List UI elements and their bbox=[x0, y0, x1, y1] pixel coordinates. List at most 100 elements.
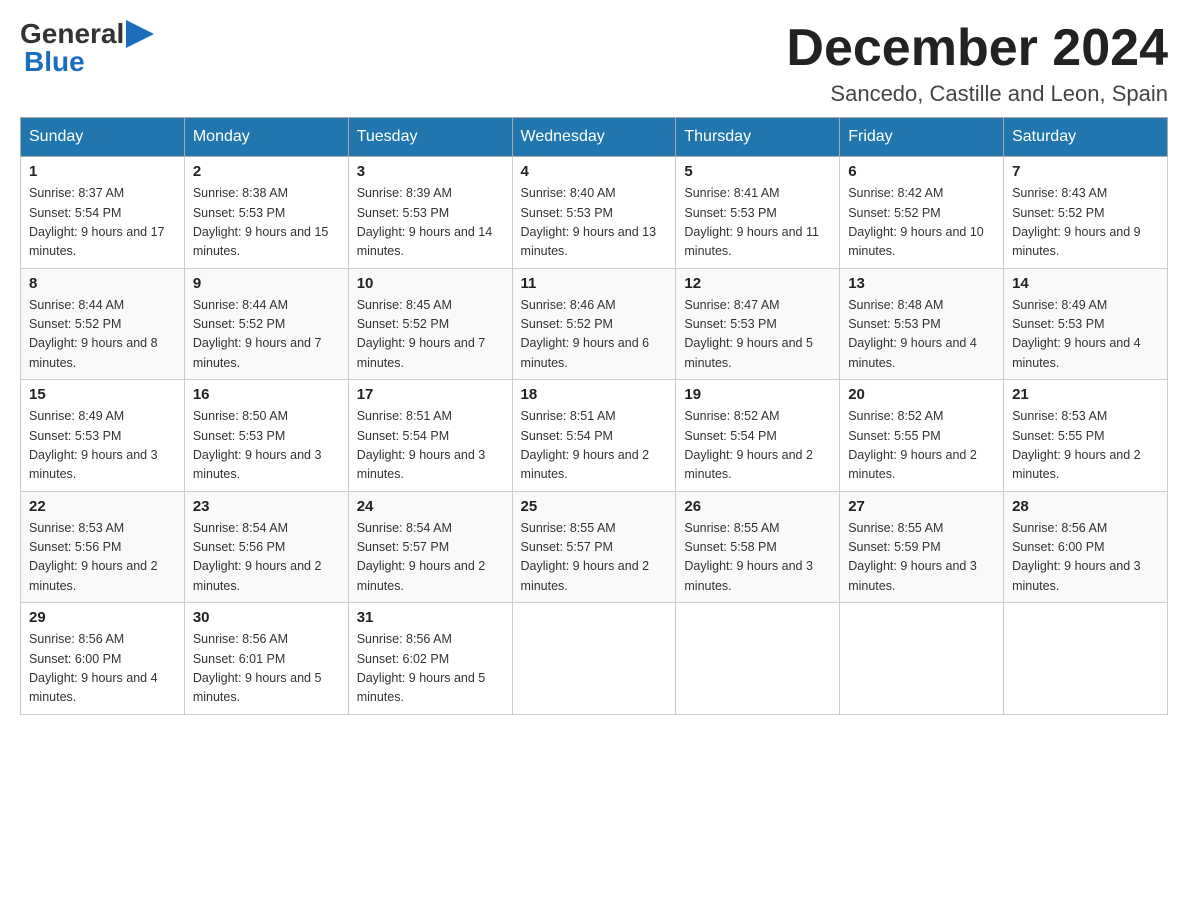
location-subtitle: Sancedo, Castille and Leon, Spain bbox=[786, 81, 1168, 107]
day-number: 7 bbox=[1012, 163, 1159, 180]
day-info: Sunrise: 8:40 AM Sunset: 5:53 PM Dayligh… bbox=[521, 184, 668, 262]
day-number: 29 bbox=[29, 609, 176, 626]
header-monday: Monday bbox=[184, 118, 348, 157]
day-number: 16 bbox=[193, 386, 340, 403]
calendar-cell bbox=[840, 603, 1004, 715]
header-friday: Friday bbox=[840, 118, 1004, 157]
day-number: 30 bbox=[193, 609, 340, 626]
day-info: Sunrise: 8:54 AM Sunset: 5:57 PM Dayligh… bbox=[357, 519, 504, 597]
calendar-cell: 10 Sunrise: 8:45 AM Sunset: 5:52 PM Dayl… bbox=[348, 268, 512, 380]
day-number: 9 bbox=[193, 275, 340, 292]
day-number: 5 bbox=[684, 163, 831, 180]
day-number: 20 bbox=[848, 386, 995, 403]
day-info: Sunrise: 8:43 AM Sunset: 5:52 PM Dayligh… bbox=[1012, 184, 1159, 262]
day-number: 8 bbox=[29, 275, 176, 292]
day-info: Sunrise: 8:53 AM Sunset: 5:56 PM Dayligh… bbox=[29, 519, 176, 597]
day-number: 11 bbox=[521, 275, 668, 292]
day-number: 21 bbox=[1012, 386, 1159, 403]
calendar-cell: 4 Sunrise: 8:40 AM Sunset: 5:53 PM Dayli… bbox=[512, 157, 676, 269]
day-info: Sunrise: 8:51 AM Sunset: 5:54 PM Dayligh… bbox=[357, 407, 504, 485]
week-row-5: 29 Sunrise: 8:56 AM Sunset: 6:00 PM Dayl… bbox=[21, 603, 1168, 715]
day-number: 24 bbox=[357, 498, 504, 515]
calendar-cell: 15 Sunrise: 8:49 AM Sunset: 5:53 PM Dayl… bbox=[21, 380, 185, 492]
day-number: 31 bbox=[357, 609, 504, 626]
calendar-cell: 28 Sunrise: 8:56 AM Sunset: 6:00 PM Dayl… bbox=[1004, 491, 1168, 603]
day-info: Sunrise: 8:56 AM Sunset: 6:00 PM Dayligh… bbox=[29, 630, 176, 708]
calendar-cell: 7 Sunrise: 8:43 AM Sunset: 5:52 PM Dayli… bbox=[1004, 157, 1168, 269]
day-info: Sunrise: 8:44 AM Sunset: 5:52 PM Dayligh… bbox=[29, 296, 176, 374]
calendar-cell: 21 Sunrise: 8:53 AM Sunset: 5:55 PM Dayl… bbox=[1004, 380, 1168, 492]
day-number: 18 bbox=[521, 386, 668, 403]
day-number: 2 bbox=[193, 163, 340, 180]
calendar-cell: 2 Sunrise: 8:38 AM Sunset: 5:53 PM Dayli… bbox=[184, 157, 348, 269]
calendar-cell bbox=[1004, 603, 1168, 715]
day-number: 10 bbox=[357, 275, 504, 292]
day-info: Sunrise: 8:56 AM Sunset: 6:02 PM Dayligh… bbox=[357, 630, 504, 708]
calendar-cell: 17 Sunrise: 8:51 AM Sunset: 5:54 PM Dayl… bbox=[348, 380, 512, 492]
calendar-cell: 16 Sunrise: 8:50 AM Sunset: 5:53 PM Dayl… bbox=[184, 380, 348, 492]
calendar-cell: 5 Sunrise: 8:41 AM Sunset: 5:53 PM Dayli… bbox=[676, 157, 840, 269]
calendar-cell: 24 Sunrise: 8:54 AM Sunset: 5:57 PM Dayl… bbox=[348, 491, 512, 603]
logo-arrow-icon bbox=[126, 20, 154, 48]
calendar-cell: 3 Sunrise: 8:39 AM Sunset: 5:53 PM Dayli… bbox=[348, 157, 512, 269]
day-number: 19 bbox=[684, 386, 831, 403]
day-number: 15 bbox=[29, 386, 176, 403]
header-thursday: Thursday bbox=[676, 118, 840, 157]
week-row-3: 15 Sunrise: 8:49 AM Sunset: 5:53 PM Dayl… bbox=[21, 380, 1168, 492]
day-number: 23 bbox=[193, 498, 340, 515]
calendar-header-row: SundayMondayTuesdayWednesdayThursdayFrid… bbox=[21, 118, 1168, 157]
day-info: Sunrise: 8:56 AM Sunset: 6:00 PM Dayligh… bbox=[1012, 519, 1159, 597]
day-number: 13 bbox=[848, 275, 995, 292]
day-info: Sunrise: 8:56 AM Sunset: 6:01 PM Dayligh… bbox=[193, 630, 340, 708]
calendar-cell: 18 Sunrise: 8:51 AM Sunset: 5:54 PM Dayl… bbox=[512, 380, 676, 492]
calendar-cell: 19 Sunrise: 8:52 AM Sunset: 5:54 PM Dayl… bbox=[676, 380, 840, 492]
day-info: Sunrise: 8:38 AM Sunset: 5:53 PM Dayligh… bbox=[193, 184, 340, 262]
calendar-cell bbox=[512, 603, 676, 715]
header-tuesday: Tuesday bbox=[348, 118, 512, 157]
day-info: Sunrise: 8:41 AM Sunset: 5:53 PM Dayligh… bbox=[684, 184, 831, 262]
calendar-cell: 1 Sunrise: 8:37 AM Sunset: 5:54 PM Dayli… bbox=[21, 157, 185, 269]
calendar-cell: 26 Sunrise: 8:55 AM Sunset: 5:58 PM Dayl… bbox=[676, 491, 840, 603]
day-number: 1 bbox=[29, 163, 176, 180]
calendar-cell: 12 Sunrise: 8:47 AM Sunset: 5:53 PM Dayl… bbox=[676, 268, 840, 380]
header-wednesday: Wednesday bbox=[512, 118, 676, 157]
day-info: Sunrise: 8:55 AM Sunset: 5:59 PM Dayligh… bbox=[848, 519, 995, 597]
day-info: Sunrise: 8:55 AM Sunset: 5:58 PM Dayligh… bbox=[684, 519, 831, 597]
day-number: 22 bbox=[29, 498, 176, 515]
calendar-cell: 25 Sunrise: 8:55 AM Sunset: 5:57 PM Dayl… bbox=[512, 491, 676, 603]
day-info: Sunrise: 8:52 AM Sunset: 5:54 PM Dayligh… bbox=[684, 407, 831, 485]
calendar-cell: 14 Sunrise: 8:49 AM Sunset: 5:53 PM Dayl… bbox=[1004, 268, 1168, 380]
day-info: Sunrise: 8:42 AM Sunset: 5:52 PM Dayligh… bbox=[848, 184, 995, 262]
day-info: Sunrise: 8:47 AM Sunset: 5:53 PM Dayligh… bbox=[684, 296, 831, 374]
day-info: Sunrise: 8:44 AM Sunset: 5:52 PM Dayligh… bbox=[193, 296, 340, 374]
day-info: Sunrise: 8:48 AM Sunset: 5:53 PM Dayligh… bbox=[848, 296, 995, 374]
calendar-cell: 31 Sunrise: 8:56 AM Sunset: 6:02 PM Dayl… bbox=[348, 603, 512, 715]
week-row-1: 1 Sunrise: 8:37 AM Sunset: 5:54 PM Dayli… bbox=[21, 157, 1168, 269]
day-info: Sunrise: 8:53 AM Sunset: 5:55 PM Dayligh… bbox=[1012, 407, 1159, 485]
day-number: 6 bbox=[848, 163, 995, 180]
calendar-table: SundayMondayTuesdayWednesdayThursdayFrid… bbox=[20, 117, 1168, 715]
day-info: Sunrise: 8:49 AM Sunset: 5:53 PM Dayligh… bbox=[29, 407, 176, 485]
logo: General Blue bbox=[20, 20, 154, 76]
day-number: 4 bbox=[521, 163, 668, 180]
day-info: Sunrise: 8:50 AM Sunset: 5:53 PM Dayligh… bbox=[193, 407, 340, 485]
day-number: 27 bbox=[848, 498, 995, 515]
calendar-cell: 22 Sunrise: 8:53 AM Sunset: 5:56 PM Dayl… bbox=[21, 491, 185, 603]
calendar-cell: 6 Sunrise: 8:42 AM Sunset: 5:52 PM Dayli… bbox=[840, 157, 1004, 269]
day-number: 25 bbox=[521, 498, 668, 515]
day-info: Sunrise: 8:54 AM Sunset: 5:56 PM Dayligh… bbox=[193, 519, 340, 597]
calendar-cell: 9 Sunrise: 8:44 AM Sunset: 5:52 PM Dayli… bbox=[184, 268, 348, 380]
day-info: Sunrise: 8:55 AM Sunset: 5:57 PM Dayligh… bbox=[521, 519, 668, 597]
day-number: 17 bbox=[357, 386, 504, 403]
header-saturday: Saturday bbox=[1004, 118, 1168, 157]
day-info: Sunrise: 8:39 AM Sunset: 5:53 PM Dayligh… bbox=[357, 184, 504, 262]
calendar-cell: 29 Sunrise: 8:56 AM Sunset: 6:00 PM Dayl… bbox=[21, 603, 185, 715]
day-info: Sunrise: 8:52 AM Sunset: 5:55 PM Dayligh… bbox=[848, 407, 995, 485]
calendar-cell: 11 Sunrise: 8:46 AM Sunset: 5:52 PM Dayl… bbox=[512, 268, 676, 380]
page-header: General Blue December 2024 Sancedo, Cast… bbox=[20, 20, 1168, 107]
title-area: December 2024 Sancedo, Castille and Leon… bbox=[786, 20, 1168, 107]
day-info: Sunrise: 8:45 AM Sunset: 5:52 PM Dayligh… bbox=[357, 296, 504, 374]
day-number: 12 bbox=[684, 275, 831, 292]
logo-blue-text: Blue bbox=[24, 48, 85, 76]
day-info: Sunrise: 8:46 AM Sunset: 5:52 PM Dayligh… bbox=[521, 296, 668, 374]
